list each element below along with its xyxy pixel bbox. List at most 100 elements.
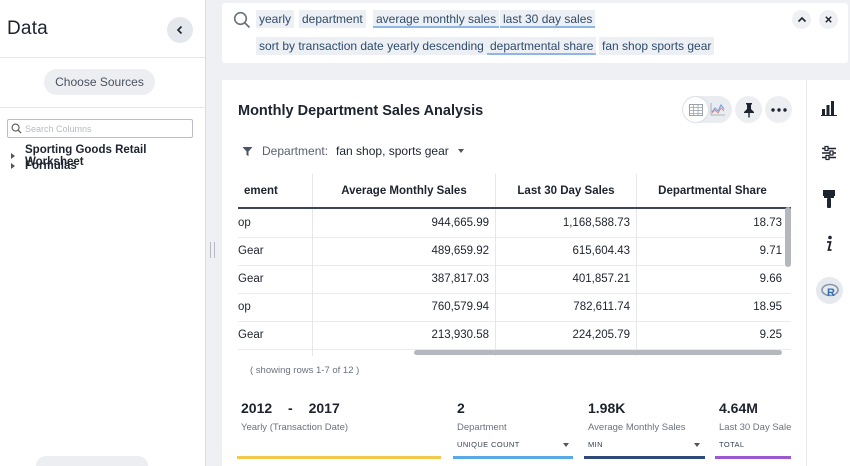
stat-department[interactable]: 2 Department UNIQUE COUNT [457,400,569,449]
filter-value: fan shop, sports gear [336,144,449,158]
table-cell: 9.25 [759,329,782,341]
table-header: ement Average Monthly Sales Last 30 Day … [238,174,791,209]
table-row: op 944,665.99 1,168,588.73 18.73 [238,209,791,238]
row-count-text: ( showing rows 1-7 of 12 ) [250,365,360,376]
table-row: Gear 489,659.92 615,604.43 9.71 [238,237,791,266]
bottom-button[interactable] [36,456,148,466]
table-cell [238,349,313,356]
choose-sources-button[interactable]: Choose Sources [44,69,155,95]
table-cell: op [238,293,313,321]
search-icon [233,11,251,29]
stat-label: Department [457,422,507,433]
table-cell: 213,930.58 [313,321,496,349]
stat-last-30-day-sales[interactable]: 4.64M Last 30 Day Sale TOTAL [719,400,795,449]
chart-table-toggle[interactable] [682,96,732,123]
table-view-toggle[interactable] [683,97,708,122]
column-header[interactable]: Average Monthly Sales [313,174,496,207]
clear-search-button[interactable] [819,10,838,29]
search-token[interactable]: yearly [256,10,295,28]
collapse-panel-button[interactable] [167,17,193,43]
search-token[interactable]: last 30 day sales [500,10,596,28]
table-cell: 18.73 [753,217,782,229]
table-cell: 18.95 [753,301,782,313]
data-panel-title: Data [7,18,48,39]
data-table: ement Average Monthly Sales Last 30 Day … [238,174,791,356]
table-cell: Gear [238,321,313,349]
table-cell: op [238,209,313,237]
right-rail: R [806,80,850,466]
chart-icon[interactable] [710,101,726,117]
pin-icon [743,102,754,117]
stat-aggregation-dropdown[interactable]: MIN [588,440,700,449]
table-cell: 224,205.79 [496,321,637,349]
search-token[interactable]: average monthly sales [373,10,500,28]
table-row: op 760,579.94 782,611.74 18.95 [238,293,791,322]
stat-bar-avg-sales [584,456,705,459]
filter-icon [242,146,253,156]
r-analysis-button[interactable]: R [816,277,843,304]
caret-right-icon [11,153,15,159]
stat-bar-last-30 [715,456,791,459]
bar-chart-icon[interactable] [819,98,839,118]
table-cell: 9.71 [759,245,782,257]
vertical-scrollbar[interactable] [785,207,791,267]
table-cell: 489,659.92 [313,237,496,265]
search-token[interactable]: fan shop sports gear [599,37,715,55]
stat-yearly[interactable]: 2012 - 2017 Yearly (Transaction Date) [241,400,348,433]
filter-chip[interactable]: Department: fan shop, sports gear [242,144,464,158]
more-icon [770,107,787,112]
table-cell: 782,611.74 [496,293,637,321]
table-row: Gear 387,817.03 401,857.21 9.66 [238,265,791,294]
chevron-left-icon [176,25,183,35]
search-token[interactable]: departmental share [487,37,597,55]
stat-average-monthly-sales[interactable]: 1.98K Average Monthly Sales MIN [588,400,700,449]
table-cell: 387,817.03 [313,265,496,293]
table-row: Gear 213,930.58 224,205.79 9.25 [238,321,791,350]
stat-value: 1.98K [588,400,626,416]
stat-bar-yearly [237,456,441,459]
table-icon [688,103,703,116]
stat-bar-department [453,456,573,459]
caret-down-icon [563,442,569,447]
search-columns-input[interactable] [25,123,185,134]
filter-label: Department: [262,144,329,158]
collapse-search-button[interactable] [792,10,811,29]
caret-down-icon [457,149,464,153]
caret-down-icon [694,442,700,447]
r-icon: R [820,283,839,299]
table-cell: 1,168,588.73 [496,209,637,237]
close-icon [825,16,832,23]
tree-item-formulas[interactable]: Formulas [11,160,77,172]
table-cell: 615,604.43 [496,237,637,265]
search-columns-field[interactable] [7,119,193,138]
table-cell: Gear [238,237,313,265]
column-header[interactable]: Last 30 Day Sales [496,174,637,207]
data-panel-header: Data [0,0,205,58]
pin-button[interactable] [735,96,762,123]
search-icon [11,123,22,134]
page-title: Monthly Department Sales Analysis [238,103,484,119]
stat-label: Yearly (Transaction Date) [241,422,349,433]
answer-card: Monthly Department Sales Analysis Depart… [222,80,806,466]
stat-value: 2 [457,400,465,416]
search-bar[interactable]: yearly department average monthly sales … [222,3,848,63]
stat-value: 2012 - 2017 [241,400,340,416]
chevron-up-icon [797,16,806,22]
stat-value: 4.64M [719,400,758,416]
stat-aggregation-dropdown[interactable]: TOTAL [719,440,795,449]
panel-resize-handle[interactable] [210,242,215,258]
sliders-icon[interactable] [819,143,839,163]
table-cell: 760,579.94 [313,293,496,321]
stat-label: Average Monthly Sales [588,422,686,433]
search-token[interactable]: department [299,10,366,28]
table-cell: 944,665.99 [313,209,496,237]
search-token[interactable]: sort by transaction date yearly descendi… [256,37,487,55]
column-header[interactable]: Departmental Share [637,174,791,207]
info-icon[interactable] [819,234,839,254]
column-header[interactable]: ement [238,174,313,207]
more-options-button[interactable] [765,96,792,123]
brush-icon[interactable] [819,189,839,209]
horizontal-scrollbar[interactable] [414,350,782,355]
stat-aggregation-dropdown[interactable]: UNIQUE COUNT [457,440,569,449]
caret-right-icon [11,163,15,169]
